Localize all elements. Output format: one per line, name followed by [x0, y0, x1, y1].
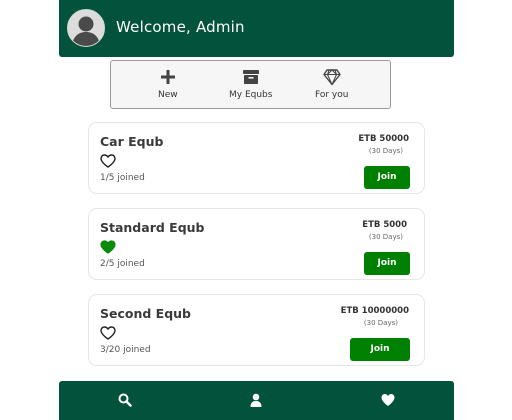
join-button[interactable]: Join	[364, 252, 410, 275]
equb-joined-count: 1/5 joined	[100, 173, 145, 183]
welcome-text: Welcome, Admin	[116, 18, 245, 36]
quick-actions-bar: New My Equbs For you	[110, 60, 391, 109]
user-avatar-icon	[68, 10, 104, 46]
heart-filled-icon[interactable]	[100, 240, 116, 254]
plus-icon	[160, 70, 175, 84]
equb-name: Second Equb	[100, 306, 192, 321]
heart-outline-icon[interactable]	[100, 154, 116, 168]
search-icon[interactable]	[117, 392, 133, 408]
equb-price: ETB 50000	[358, 134, 409, 144]
equb-price: ETB 5000	[362, 220, 407, 230]
equb-name: Car Equb	[100, 134, 164, 149]
equb-name: Standard Equb	[100, 220, 205, 235]
app-header: Welcome, Admin	[59, 0, 454, 57]
quick-action-label: New	[158, 90, 178, 100]
heart-outline-icon[interactable]	[100, 326, 116, 340]
equb-duration: (30 Days)	[368, 147, 403, 155]
archive-box-icon	[242, 70, 259, 84]
avatar[interactable]	[67, 9, 105, 47]
quick-action-label: My Equbs	[229, 90, 273, 100]
equb-card[interactable]: Standard Equb 2/5 joined ETB 5000 (30 Da…	[88, 208, 425, 280]
equb-joined-count: 3/20 joined	[100, 345, 151, 355]
join-button[interactable]: Join	[350, 338, 410, 361]
heart-icon[interactable]	[380, 392, 396, 408]
equb-card[interactable]: Car Equb 1/5 joined ETB 50000 (30 Days) …	[88, 122, 425, 194]
quick-action-for-you[interactable]: For you	[315, 68, 348, 100]
equb-price: ETB 10000000	[340, 306, 409, 316]
quick-action-label: For you	[315, 90, 349, 100]
equb-duration: (30 Days)	[368, 233, 403, 241]
equb-duration: (30 Days)	[363, 319, 398, 327]
diamond-icon	[323, 69, 341, 86]
quick-action-new[interactable]: New	[158, 68, 178, 100]
equb-joined-count: 2/5 joined	[100, 259, 145, 269]
equb-card[interactable]: Second Equb 3/20 joined ETB 10000000 (30…	[88, 294, 425, 366]
user-icon[interactable]	[248, 392, 264, 408]
join-button[interactable]: Join	[364, 166, 410, 189]
bottom-nav	[59, 381, 454, 420]
quick-action-my-equbs[interactable]: My Equbs	[229, 68, 272, 100]
